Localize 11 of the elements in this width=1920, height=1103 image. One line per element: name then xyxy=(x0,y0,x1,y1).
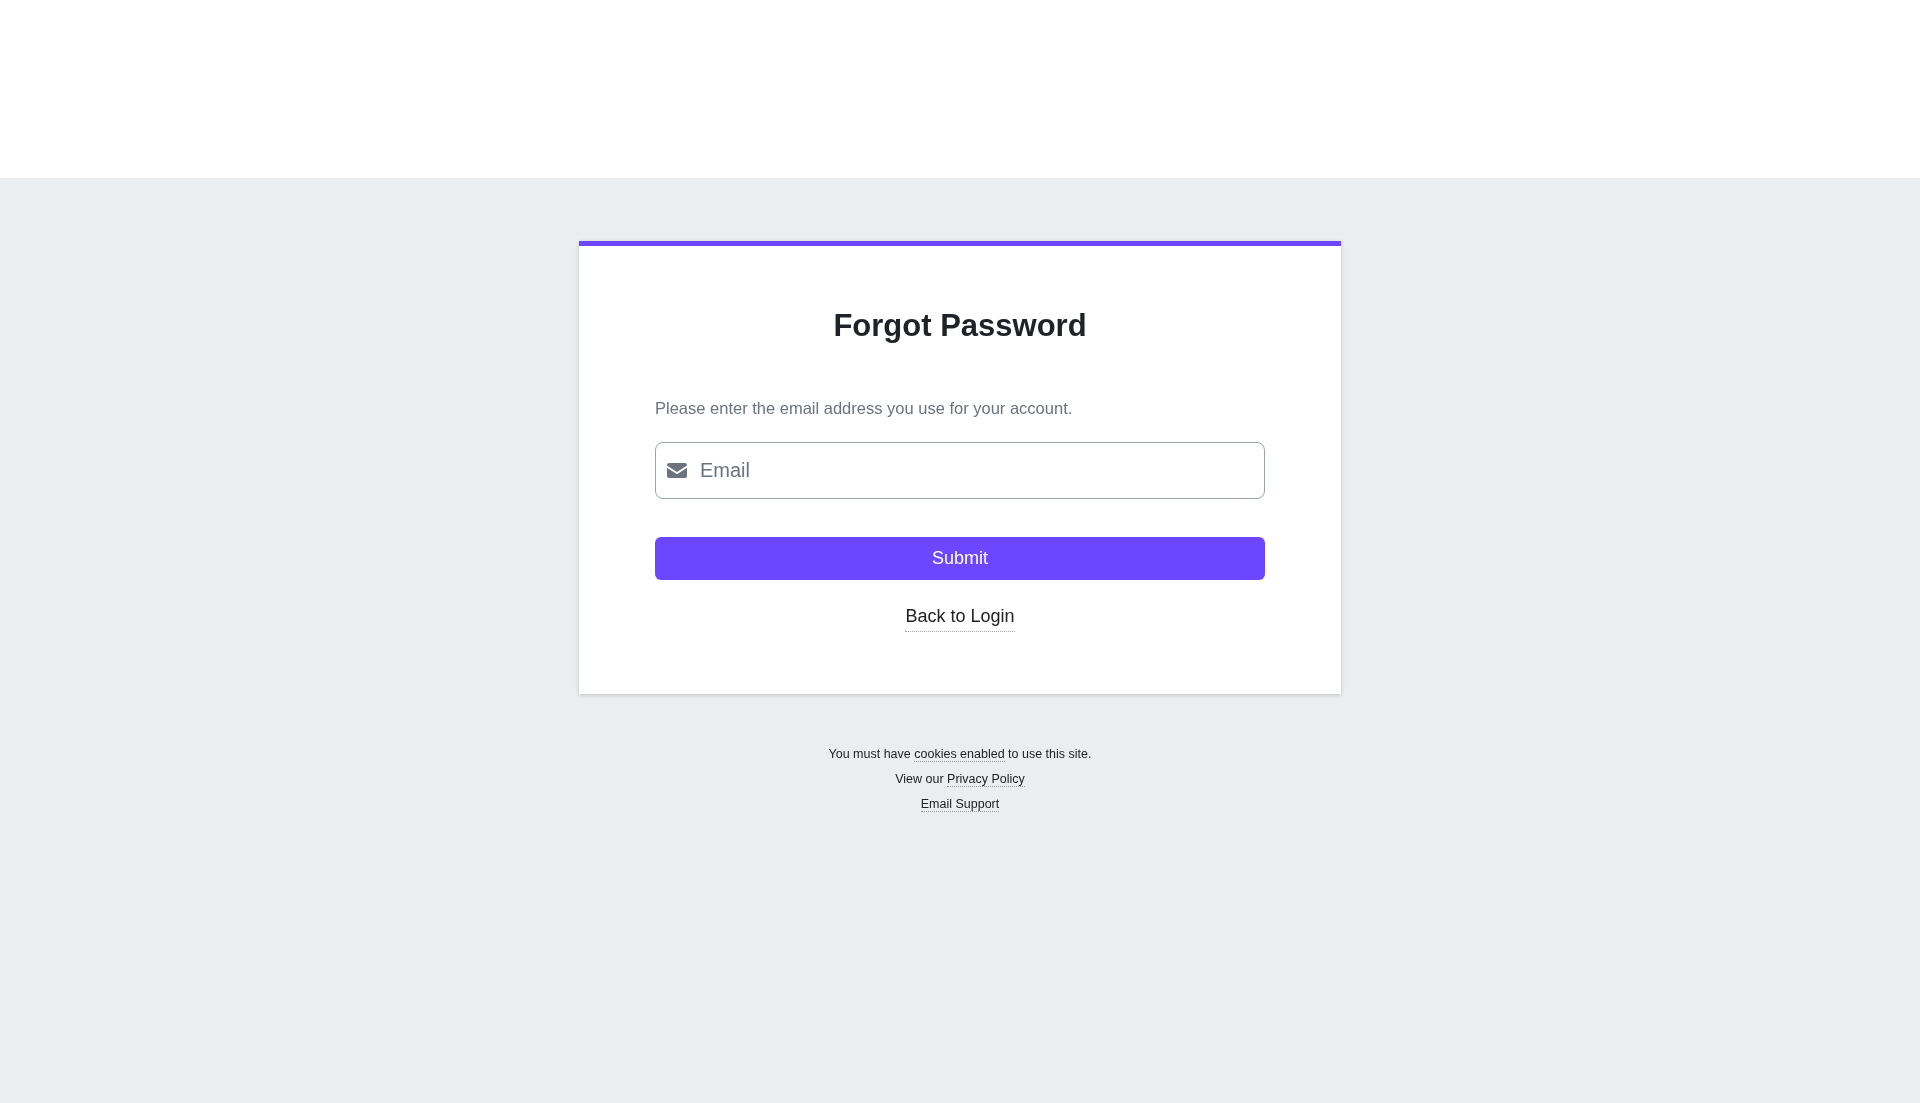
back-to-login-link[interactable]: Back to Login xyxy=(905,606,1015,632)
footer-link[interactable]: Email Support xyxy=(920,797,1000,812)
envelope-icon xyxy=(667,463,687,478)
footer-link[interactable]: cookies enabled xyxy=(914,747,1005,762)
footer-text: You must have cookies enabled to use this site. xyxy=(828,746,1092,763)
instruction-text: Please enter the email address you use for your account. xyxy=(655,399,1074,418)
page-title: Forgot Password xyxy=(832,307,1088,345)
submit-button[interactable]: Submit xyxy=(655,537,1265,580)
footer-text: View our Privacy Policy xyxy=(895,771,1025,788)
email-field[interactable]: Email xyxy=(655,442,1265,499)
footer-link[interactable]: Privacy Policy xyxy=(947,772,1025,787)
